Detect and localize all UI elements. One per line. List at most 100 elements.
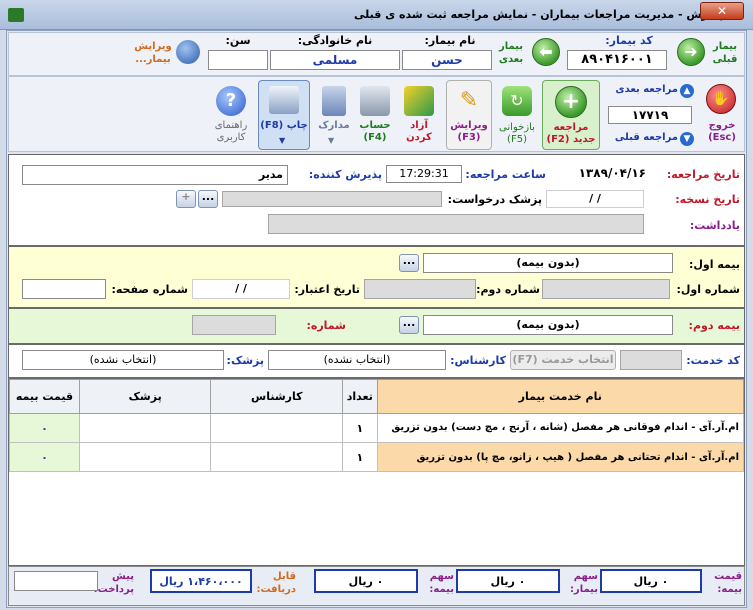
visit-time-field[interactable]: 17:29:31	[386, 165, 462, 183]
service-code-field[interactable]	[620, 350, 682, 370]
insurance2-field[interactable]: (بدون بیمه)	[423, 315, 673, 335]
requesting-doctor-field[interactable]	[222, 191, 442, 207]
col-doctor[interactable]: پزشک	[78, 379, 212, 414]
reload-icon[interactable]: ↻	[502, 86, 532, 116]
col-ins-price[interactable]: قیمت بیمه	[9, 379, 80, 414]
print-button[interactable]: چاپ (F8)	[259, 120, 309, 132]
visit-time-label: ساعت مراجعه:	[465, 168, 546, 181]
rx-date-field[interactable]: / /	[546, 190, 644, 208]
visit-date-label: تاریخ مراجعه:	[666, 168, 740, 181]
row-price[interactable]: ۰	[9, 413, 80, 443]
insurance1-field[interactable]: (بدون بیمه)	[423, 253, 673, 273]
note-label: یادداشت:	[689, 219, 740, 232]
patient-family-label: نام خانوادگی:	[297, 34, 373, 47]
new-visit-button[interactable]: مراجعه جدید (F2)	[544, 122, 598, 146]
patient-share-field: ۰ ریال	[456, 569, 560, 593]
row-service[interactable]: ام.آر.آی - اندام فوقانی هر مفصل (شانه ، …	[376, 413, 745, 443]
patient-family-field[interactable]: مسلمی	[270, 50, 400, 70]
row-qty[interactable]: ۱	[342, 413, 378, 443]
table-header: نام خدمت بیمار تعداد کارشناس پزشک قیمت ب…	[9, 379, 745, 414]
receptionist-field[interactable]: مدیر	[22, 165, 288, 185]
help-icon[interactable]: ?	[216, 86, 246, 116]
col-qty[interactable]: تعداد	[342, 379, 378, 414]
receivable-label: قابل دریافت:	[256, 571, 296, 595]
visit-date-value: ۱۳۸۹/۰۴/۱۶	[578, 166, 646, 180]
print-dropdown-icon[interactable]: ▼	[279, 136, 285, 145]
age-label: سن:	[225, 34, 251, 47]
col-service[interactable]: نام خدمت بیمار	[376, 379, 745, 414]
service-code-label: کد خدمت:	[686, 354, 740, 367]
table-row[interactable]: ام.آر.آی - اندام فوقانی هر مفصل (شانه ، …	[9, 413, 745, 443]
prepay-field[interactable]	[14, 571, 98, 591]
app-icon	[8, 8, 24, 22]
stop-hand-icon[interactable]: ✋	[706, 84, 736, 114]
add-doctor-button[interactable]: +	[176, 190, 196, 208]
account-button[interactable]: حساب (F4)	[354, 120, 396, 144]
insurance1-page-field[interactable]	[22, 279, 106, 299]
help-button[interactable]: راهنمای کاربری	[206, 120, 256, 144]
row-price[interactable]: ۰	[9, 442, 80, 472]
arrow-up-icon[interactable]: ▲	[680, 84, 694, 98]
close-button[interactable]: ✕	[700, 2, 744, 20]
row-doctor[interactable]	[78, 442, 212, 472]
table-row[interactable]: ام.آر.آی - اندام تحتانی هر مفصل ( هیپ ، …	[9, 442, 745, 472]
documents-button[interactable]: مدارک	[312, 120, 356, 132]
documents-dropdown-icon[interactable]: ▼	[328, 136, 334, 145]
arrow-left-icon[interactable]: ⬅	[532, 38, 560, 66]
edit-patient-button[interactable]: ویرایش بیمار...	[132, 40, 174, 66]
ins-share-field: ۰ ریال	[314, 569, 418, 593]
insurance2-number-field[interactable]	[192, 315, 276, 335]
ins-share-label: سهم بیمه:	[429, 571, 454, 595]
insurance2-label: بیمه دوم:	[688, 319, 740, 332]
reopen-button[interactable]: بازخوانی (F5)	[494, 122, 540, 146]
age-field[interactable]	[208, 50, 268, 70]
insurance1-label: بیمه اول:	[688, 258, 740, 271]
printer-account-icon[interactable]	[360, 86, 390, 116]
release-button[interactable]: آزاد کردن	[400, 120, 438, 144]
documents-icon[interactable]	[322, 86, 346, 116]
edit-button[interactable]: ویرایش (F3)	[447, 120, 491, 144]
expert-field[interactable]: (انتخاب نشده)	[268, 350, 446, 370]
row-qty[interactable]: ۱	[342, 442, 378, 472]
insurance1-validity-field[interactable]: / /	[192, 279, 290, 299]
arrow-right-icon[interactable]: ➜	[677, 38, 705, 66]
exit-button[interactable]: خروج (Esc)	[700, 120, 744, 144]
requesting-doctor-browse-button[interactable]: ...	[198, 190, 218, 208]
visit-number-field[interactable]: ۱۷۷۱۹	[608, 106, 692, 124]
plus-icon[interactable]: +	[555, 86, 587, 118]
pencil-icon[interactable]: ✎	[455, 86, 483, 116]
prev-visit-button[interactable]: مراجعه قبلی	[608, 132, 678, 143]
insurance1-number1-label: شماره اول:	[676, 283, 740, 296]
printer-icon[interactable]	[269, 86, 299, 114]
prev-patient-button[interactable]: بیمار قبلی	[709, 40, 741, 66]
patient-code-label: کد بیمار:	[605, 34, 653, 47]
row-expert[interactable]	[210, 413, 344, 443]
user-edit-icon[interactable]	[176, 40, 200, 64]
insurance1-number2-field[interactable]	[364, 279, 476, 299]
services-table: نام خدمت بیمار تعداد کارشناس پزشک قیمت ب…	[9, 379, 745, 472]
receptionist-label: پذیرش کننده:	[308, 168, 382, 181]
insurance1-number1-field[interactable]	[542, 279, 670, 299]
receivable-field: ۱،۴۶۰،۰۰۰ ریال	[150, 569, 252, 593]
window-title: پذیرش - مدیریت مراجعات بیماران - نمایش م…	[353, 8, 723, 21]
ins-price-field: ۰ ریال	[600, 569, 702, 593]
insurance2-browse-button[interactable]: ...	[399, 316, 419, 334]
expert-label: کارشناس:	[450, 354, 506, 367]
prepay-label: پیش پرداخت:	[93, 571, 134, 595]
row-service[interactable]: ام.آر.آی - اندام تحتانی هر مفصل ( هیپ ، …	[376, 442, 745, 472]
select-service-button[interactable]: انتخاب خدمت (F7)	[510, 350, 616, 370]
patient-name-field[interactable]: حسن	[402, 50, 492, 70]
col-expert[interactable]: کارشناس	[210, 379, 344, 414]
arrow-down-icon[interactable]: ▼	[680, 132, 694, 146]
next-visit-button[interactable]: مراجعه بعدی	[608, 84, 678, 95]
next-patient-button[interactable]: بیمار بعدی	[494, 40, 528, 66]
insurance1-browse-button[interactable]: ...	[399, 254, 419, 272]
release-icon[interactable]	[404, 86, 434, 116]
note-field[interactable]	[268, 214, 644, 234]
doctor-field[interactable]: (انتخاب نشده)	[22, 350, 224, 370]
insurance2-number-label: شماره:	[306, 319, 346, 332]
patient-code-field[interactable]: ۸۹۰۴۱۶۰۰۱	[567, 50, 667, 70]
row-expert[interactable]	[210, 442, 344, 472]
row-doctor[interactable]	[78, 413, 212, 443]
insurance1-validity-label: تاریخ اعتبار:	[294, 283, 360, 296]
